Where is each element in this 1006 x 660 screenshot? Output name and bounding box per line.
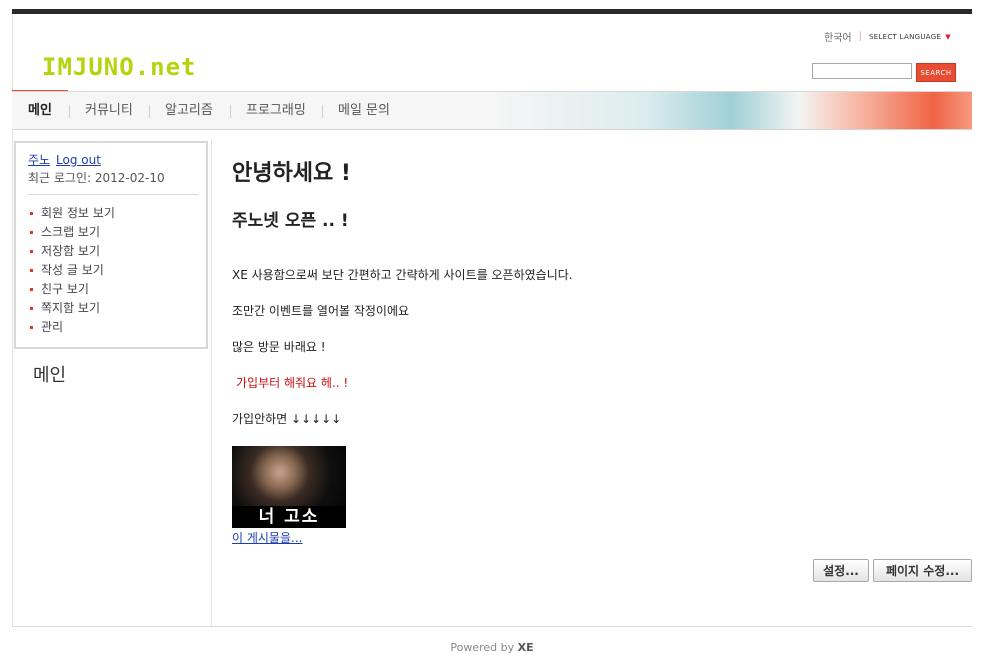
nav-item-algorithm[interactable]: 알고리즘 <box>165 103 213 119</box>
content-paragraph: XE 사용함으로써 보단 간편하고 간략하게 사이트를 오픈하였습니다. <box>232 268 573 282</box>
menu-item-label: 친구 보기 <box>41 282 89 296</box>
menu-item-label: 회원 정보 보기 <box>41 206 115 220</box>
current-language[interactable]: 한국어 <box>824 29 852 44</box>
search-button[interactable]: SEARCH <box>916 63 956 82</box>
nav-divider <box>149 105 150 118</box>
site-logo[interactable]: IMJUNO.net <box>42 54 197 80</box>
content-paragraph-highlight: 가입부터 해줘요 헤.. ! <box>236 376 349 390</box>
bullet-icon <box>30 212 33 215</box>
nav-item-main[interactable]: 메인 <box>28 103 52 119</box>
select-language-label[interactable]: SELECT LANGUAGE <box>869 33 941 41</box>
login-box: 주노 Log out 최근 로그인: 2012-02-10 회원 정보 보기 스… <box>14 141 208 349</box>
language-divider: | <box>858 31 862 42</box>
page-title: 안녕하세요 ! <box>232 161 351 186</box>
menu-item-label: 관리 <box>41 320 64 334</box>
footer-divider <box>12 626 972 627</box>
content-paragraph: 많은 방문 바래요 ! <box>232 340 326 354</box>
menu-item-label: 스크랩 보기 <box>41 225 101 239</box>
content-paragraph: 조만간 이벤트를 열어볼 작정이에요 <box>232 304 410 318</box>
bullet-icon <box>30 307 33 310</box>
bullet-icon <box>30 269 33 272</box>
user-name-link[interactable]: 주노 <box>28 152 50 168</box>
menu-item-admin[interactable]: 관리 <box>28 318 115 337</box>
xe-brand-link[interactable]: XE <box>518 641 534 654</box>
footer-powered: Powered by XE <box>0 641 984 654</box>
page-subtitle: 주노넷 오픈 .. ! <box>232 211 349 231</box>
settings-button[interactable]: 설정... <box>813 559 869 582</box>
main-nav: 메인 커뮤니티 알고리즘 프로그래밍 메일 문의 <box>12 91 972 130</box>
divider <box>28 194 198 195</box>
sidebar: 주노 Log out 최근 로그인: 2012-02-10 회원 정보 보기 스… <box>12 139 212 626</box>
top-bar <box>12 9 972 14</box>
menu-item-label: 작성 글 보기 <box>41 263 104 277</box>
menu-item-saved[interactable]: 저장함 보기 <box>28 242 115 261</box>
search-input[interactable] <box>812 63 912 79</box>
nav-divider <box>322 105 323 118</box>
image-caption: 너 고소 <box>232 506 346 528</box>
post-image: 너 고소 <box>232 446 346 528</box>
last-login: 최근 로그인: 2012-02-10 <box>28 171 165 185</box>
bullet-icon <box>30 288 33 291</box>
menu-item-my-posts[interactable]: 작성 글 보기 <box>28 261 115 280</box>
nav-item-programming[interactable]: 프로그래밍 <box>246 103 306 119</box>
nav-item-mail-inquiry[interactable]: 메일 문의 <box>338 103 390 119</box>
edit-page-button[interactable]: 페이지 수정... <box>873 559 972 582</box>
chevron-down-icon[interactable]: ▼ <box>945 33 950 41</box>
menu-item-scrap[interactable]: 스크랩 보기 <box>28 223 115 242</box>
bullet-icon <box>30 231 33 234</box>
menu-item-label: 저장함 보기 <box>41 244 101 258</box>
bullet-icon <box>30 326 33 329</box>
nav-item-community[interactable]: 커뮤니티 <box>85 103 133 119</box>
bullet-icon <box>30 250 33 253</box>
member-menu: 회원 정보 보기 스크랩 보기 저장함 보기 작성 글 보기 친구 보기 쪽지함… <box>28 204 115 337</box>
logout-link[interactable]: Log out <box>56 152 101 168</box>
menu-item-friends[interactable]: 친구 보기 <box>28 280 115 299</box>
content-paragraph: 가입안하면 ↓↓↓↓↓ <box>232 412 342 426</box>
language-selector[interactable]: 한국어 | SELECT LANGUAGE ▼ <box>824 29 951 44</box>
powered-by-text: Powered by <box>450 641 515 654</box>
nav-divider <box>69 105 70 118</box>
menu-item-label: 쪽지함 보기 <box>41 301 101 315</box>
sidebar-section-title[interactable]: 메인 <box>33 365 66 387</box>
menu-item-messages[interactable]: 쪽지함 보기 <box>28 299 115 318</box>
menu-item-member-info[interactable]: 회원 정보 보기 <box>28 204 115 223</box>
nav-divider <box>230 105 231 118</box>
post-link[interactable]: 이 게시물을... <box>232 530 302 546</box>
